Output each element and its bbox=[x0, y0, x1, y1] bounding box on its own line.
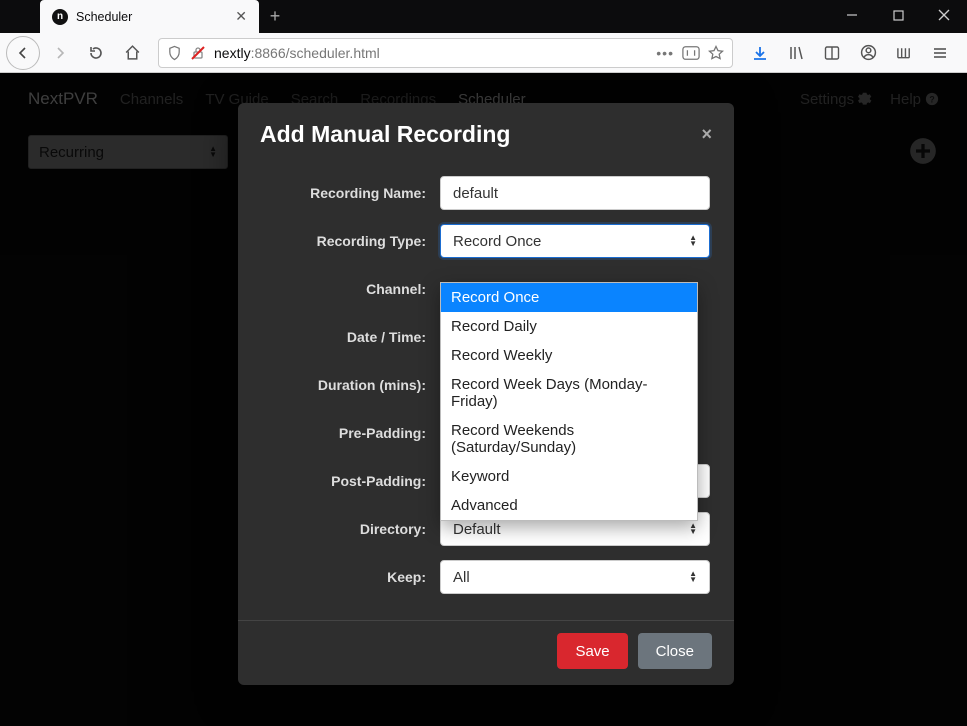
bookmark-star-icon[interactable] bbox=[708, 45, 724, 61]
label-pre-padding: Pre-Padding: bbox=[262, 425, 440, 441]
option-record-once[interactable]: Record Once bbox=[441, 283, 697, 312]
toolbar-right bbox=[743, 37, 961, 69]
option-record-weekly[interactable]: Record Weekly bbox=[441, 341, 697, 370]
select-arrows-icon: ▲▼ bbox=[689, 235, 697, 247]
forward-button bbox=[44, 37, 76, 69]
close-tab-icon[interactable]: ✕ bbox=[235, 8, 247, 25]
page-content: NextPVR Channels TV Guide Search Recordi… bbox=[0, 73, 967, 726]
browser-titlebar: n Scheduler ✕ + bbox=[0, 0, 967, 33]
label-recording-name: Recording Name: bbox=[262, 185, 440, 201]
window-minimize-button[interactable] bbox=[829, 0, 875, 30]
label-date-time: Date / Time: bbox=[262, 329, 440, 345]
back-button[interactable] bbox=[6, 36, 40, 70]
downloads-icon[interactable] bbox=[743, 37, 777, 69]
url-bar[interactable]: nextly:8866/scheduler.html ••• bbox=[158, 38, 733, 68]
url-text: nextly:8866/scheduler.html bbox=[214, 45, 648, 61]
select-arrows-icon: ▲▼ bbox=[689, 571, 697, 583]
select-keep[interactable]: All ▲▼ bbox=[440, 560, 710, 594]
option-advanced[interactable]: Advanced bbox=[441, 491, 697, 520]
save-button[interactable]: Save bbox=[557, 633, 627, 669]
select-arrows-icon: ▲▼ bbox=[689, 523, 697, 535]
page-action-icon[interactable]: ••• bbox=[656, 45, 674, 61]
account-icon[interactable] bbox=[851, 37, 885, 69]
new-tab-button[interactable]: + bbox=[259, 0, 291, 33]
browser-tab[interactable]: n Scheduler ✕ bbox=[40, 0, 259, 33]
shield-icon[interactable] bbox=[167, 45, 182, 61]
window-controls bbox=[829, 0, 967, 30]
close-button[interactable]: Close bbox=[638, 633, 712, 669]
option-keyword[interactable]: Keyword bbox=[441, 462, 697, 491]
window-maximize-button[interactable] bbox=[875, 0, 921, 30]
modal-close-icon[interactable]: × bbox=[701, 124, 712, 145]
modal-title: Add Manual Recording bbox=[260, 121, 510, 148]
label-directory: Directory: bbox=[262, 521, 440, 537]
modal-header: Add Manual Recording × bbox=[238, 103, 734, 158]
tab-title: Scheduler bbox=[76, 10, 227, 24]
menu-icon[interactable] bbox=[923, 37, 957, 69]
browser-navbar: nextly:8866/scheduler.html ••• bbox=[0, 33, 967, 73]
option-record-weekends[interactable]: Record Weekends (Saturday/Sunday) bbox=[441, 416, 697, 462]
recording-type-dropdown: Record Once Record Daily Record Weekly R… bbox=[440, 282, 698, 521]
insecure-lock-icon[interactable] bbox=[190, 45, 206, 61]
reload-button[interactable] bbox=[80, 37, 112, 69]
label-channel: Channel: bbox=[262, 281, 440, 297]
label-duration: Duration (mins): bbox=[262, 377, 440, 393]
sidebar-icon[interactable] bbox=[815, 37, 849, 69]
home-button[interactable] bbox=[116, 37, 148, 69]
option-record-weekdays[interactable]: Record Week Days (Monday-Friday) bbox=[441, 370, 697, 416]
tab-strip: n Scheduler ✕ + bbox=[0, 0, 291, 33]
label-recording-type: Recording Type: bbox=[262, 233, 440, 249]
option-record-daily[interactable]: Record Daily bbox=[441, 312, 697, 341]
select-recording-type[interactable]: Record Once ▲▼ bbox=[440, 224, 710, 258]
favicon-icon: n bbox=[52, 9, 68, 25]
extension-icon[interactable] bbox=[887, 37, 921, 69]
input-recording-name[interactable]: default bbox=[440, 176, 710, 210]
label-keep: Keep: bbox=[262, 569, 440, 585]
add-manual-recording-modal: Add Manual Recording × Recording Name: d… bbox=[238, 103, 734, 685]
window-close-button[interactable] bbox=[921, 0, 967, 30]
modal-footer: Save Close bbox=[238, 620, 734, 669]
label-post-padding: Post-Padding: bbox=[262, 473, 440, 489]
reader-icon[interactable] bbox=[682, 45, 700, 61]
library-icon[interactable] bbox=[779, 37, 813, 69]
